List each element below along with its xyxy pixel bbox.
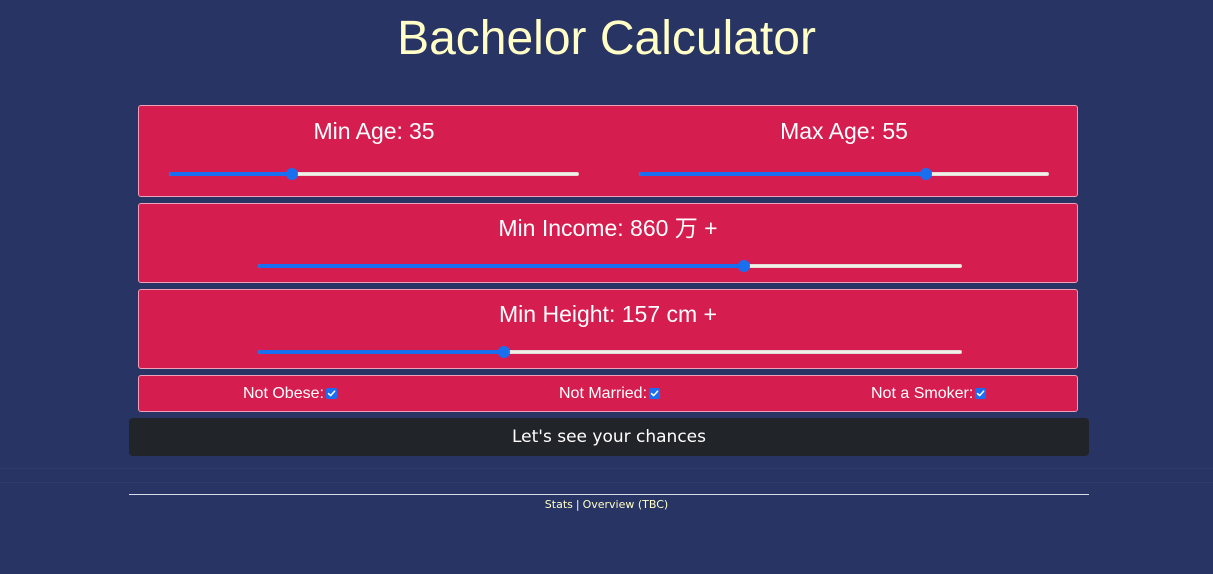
checkmark-icon — [650, 390, 659, 397]
divider — [0, 468, 1213, 469]
not-smoker-label: Not a Smoker: — [871, 385, 974, 402]
min-height-slider-thumb[interactable] — [498, 346, 511, 358]
not-smoker-checkbox[interactable] — [975, 388, 987, 399]
min-height-label: Min Height: 157 cm + — [499, 301, 717, 327]
page-title: Bachelor Calculator — [397, 12, 816, 65]
min-income-slider-fill — [258, 264, 744, 268]
page: Bachelor Calculator Min Age: 35 Max Age: … — [0, 0, 1213, 574]
checkmark-icon — [327, 390, 336, 397]
not-married-label: Not Married: — [559, 385, 648, 402]
criteria-checkbox-card: Not Obese: Not Married: Not a Smoker: — [138, 375, 1078, 412]
min-income-slider[interactable] — [258, 260, 962, 272]
see-chances-button[interactable]: Let's see your chances — [129, 418, 1089, 456]
stats-link[interactable]: Stats — [545, 498, 573, 511]
min-income-label: Min Income: 860 万 + — [498, 215, 718, 241]
min-age-label-text: Min Age: — [313, 118, 403, 144]
min-age-label: Min Age: 35 — [259, 117, 489, 145]
not-married-checkbox[interactable] — [649, 388, 661, 399]
age-range-card: Min Age: 35 Max Age: 55 — [138, 105, 1078, 197]
min-age-slider[interactable] — [169, 168, 579, 180]
income-card: Min Income: 860 万 + — [138, 203, 1078, 283]
not-obese-label: Not Obese: — [243, 385, 324, 402]
checkmark-icon — [977, 390, 985, 397]
max-age-slider[interactable] — [639, 168, 1049, 180]
max-age-slider-thumb[interactable] — [920, 168, 932, 180]
max-age-label: Max Age: 55 — [780, 118, 908, 144]
min-height-slider-fill — [258, 350, 505, 354]
not-obese-option: Not Obese: — [243, 384, 337, 404]
height-card: Min Height: 157 cm + — [138, 289, 1078, 369]
footer-divider — [129, 494, 1089, 495]
min-age-value: 35 — [408, 118, 435, 144]
not-smoker-option: Not a Smoker: — [871, 384, 987, 404]
min-age-slider-fill — [169, 172, 292, 176]
footer-separator: | — [575, 498, 580, 511]
not-married-option: Not Married: — [559, 384, 661, 404]
min-income-slider-thumb[interactable] — [737, 260, 750, 272]
min-age-slider-thumb[interactable] — [286, 168, 298, 180]
not-obese-checkbox[interactable] — [325, 388, 337, 399]
min-height-slider[interactable] — [258, 346, 962, 358]
footer-links: Stats | Overview (TBC) — [0, 498, 1213, 512]
max-age-slider-fill — [639, 172, 926, 176]
divider — [0, 482, 1213, 483]
overview-link[interactable]: Overview (TBC) — [583, 498, 669, 511]
